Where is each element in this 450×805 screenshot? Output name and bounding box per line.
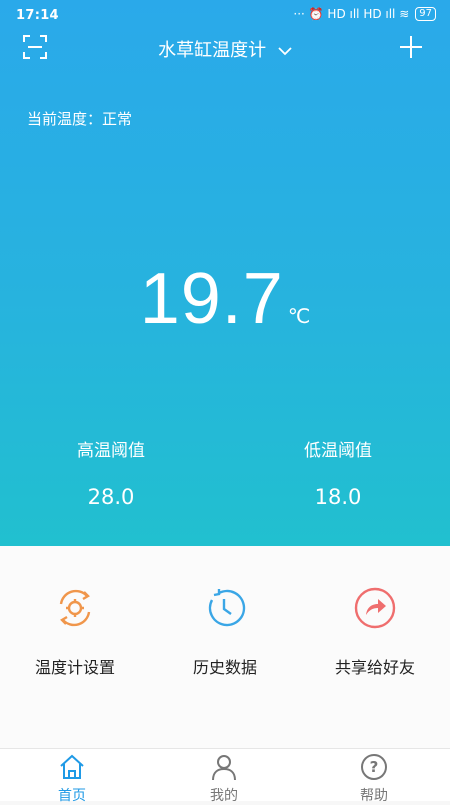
tab-home[interactable]: 首页 bbox=[22, 753, 122, 805]
temperature-status: 当前温度：正常 bbox=[27, 110, 133, 128]
device-selector[interactable]: 水草缸温度计 bbox=[0, 36, 450, 62]
low-threshold-label: 低温阈值 bbox=[304, 441, 372, 461]
title-bar: 水草缸温度计 bbox=[0, 32, 450, 64]
page-title: 水草缸温度计 bbox=[158, 40, 267, 61]
share-with-friends-button[interactable]: 共享给好友 bbox=[300, 586, 450, 678]
user-icon bbox=[212, 755, 236, 781]
chevron-down-icon bbox=[278, 47, 292, 56]
add-device-button[interactable] bbox=[398, 34, 424, 60]
history-data-label: 历史数据 bbox=[192, 658, 257, 677]
svg-text:?: ? bbox=[370, 758, 379, 776]
clock-history-icon bbox=[208, 589, 246, 627]
high-threshold-label: 高温阈值 bbox=[77, 441, 145, 461]
temperature-unit: ℃ bbox=[287, 304, 311, 328]
signal-icons: ··· ⏰ HD ıll HD ıll ≋ bbox=[293, 7, 410, 21]
status-bar: 17:14 ··· ⏰ HD ıll HD ıll ≋ 97 bbox=[0, 0, 450, 34]
tab-home-label: 首页 bbox=[58, 788, 86, 804]
bottom-tab-bar: 首页 我的 ? 帮助 bbox=[0, 748, 450, 804]
thermometer-settings-label: 温度计设置 bbox=[34, 658, 115, 677]
current-temperature: 19.7 ℃ bbox=[0, 258, 450, 340]
high-threshold: 高温阈值 28.0 bbox=[11, 436, 211, 509]
plus-icon bbox=[400, 36, 422, 58]
share-with-friends-label: 共享给好友 bbox=[334, 658, 415, 677]
temperature-value: 19.7 bbox=[139, 259, 284, 339]
action-panel: 温度计设置 历史数据 共享给好友 bbox=[0, 546, 450, 748]
battery-icon: 97 bbox=[415, 7, 436, 21]
gear-sync-icon bbox=[59, 589, 91, 627]
hero-panel: 17:14 ··· ⏰ HD ıll HD ıll ≋ 97 水草缸温度计 当前… bbox=[0, 0, 450, 546]
status-icons: ··· ⏰ HD ıll HD ıll ≋ 97 bbox=[293, 7, 436, 21]
history-data-button[interactable]: 历史数据 bbox=[150, 586, 300, 678]
share-arrow-icon bbox=[354, 587, 396, 629]
status-time: 17:14 bbox=[16, 8, 59, 23]
tab-mine[interactable]: 我的 bbox=[174, 753, 274, 805]
tab-help[interactable]: ? 帮助 bbox=[324, 753, 424, 805]
high-threshold-value: 28.0 bbox=[87, 485, 135, 509]
tab-mine-label: 我的 bbox=[210, 788, 238, 804]
home-icon bbox=[60, 754, 84, 779]
low-threshold-value: 18.0 bbox=[314, 485, 362, 509]
help-icon: ? bbox=[361, 754, 387, 780]
tab-help-label: 帮助 bbox=[360, 788, 388, 804]
low-threshold: 低温阈值 18.0 bbox=[238, 436, 438, 509]
thermometer-settings-button[interactable]: 温度计设置 bbox=[0, 586, 150, 678]
